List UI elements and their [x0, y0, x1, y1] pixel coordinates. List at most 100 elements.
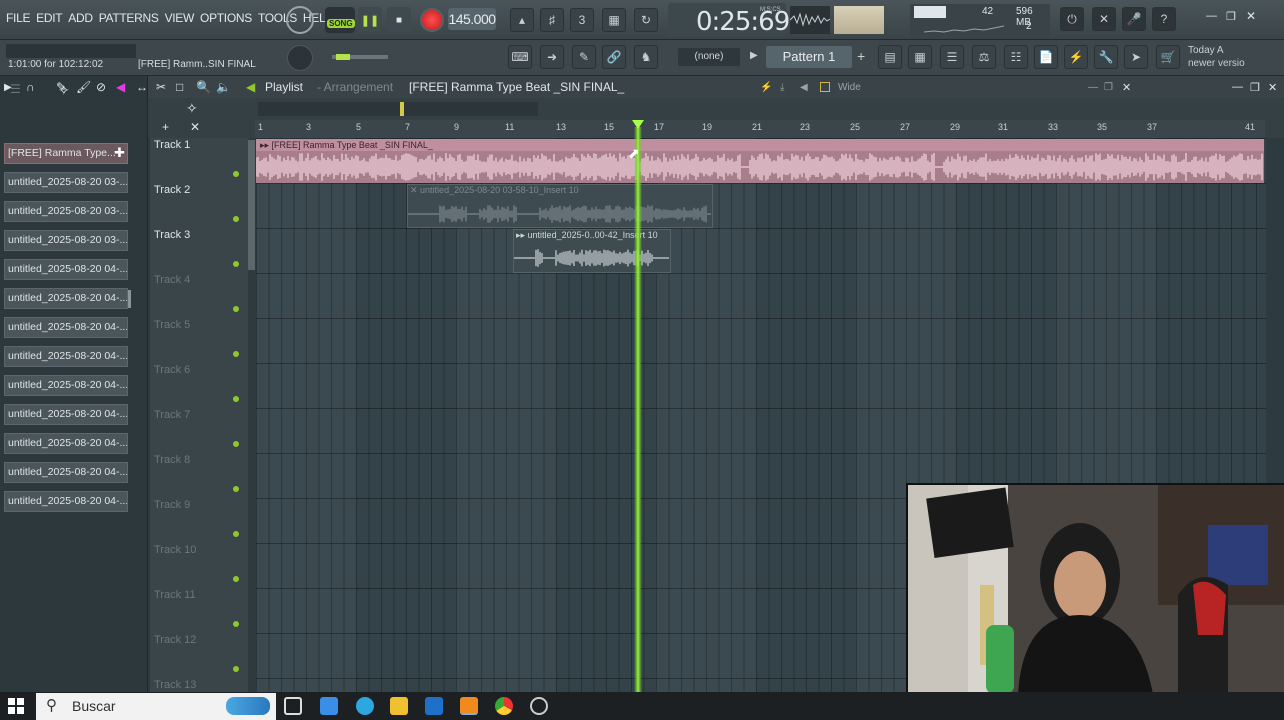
download-icon[interactable]: ⤓: [780, 82, 784, 93]
browser-item[interactable]: [FREE] Ramma Type...: [4, 143, 128, 164]
track-name[interactable]: Track 6: [154, 364, 190, 376]
wait-input-button[interactable]: ♯: [540, 8, 564, 32]
track-enable-led[interactable]: [233, 441, 239, 447]
reset-button[interactable]: ⏻: [1060, 7, 1084, 31]
store-icon[interactable]: [320, 697, 338, 715]
channel-rack-window-button[interactable]: ☰: [940, 45, 964, 69]
playhead-marker-icon[interactable]: [632, 120, 644, 129]
snap-arrow-button[interactable]: ➜: [540, 45, 564, 69]
menu-add[interactable]: ADD: [68, 11, 93, 25]
stop-button[interactable]: ■: [387, 7, 411, 33]
fl-studio-icon[interactable]: [460, 697, 478, 715]
menu-patterns[interactable]: PATTERNS: [99, 11, 159, 25]
track-enable-led[interactable]: [233, 486, 239, 492]
stretch-icon[interactable]: ⚡: [760, 82, 772, 93]
track-name[interactable]: Track 11: [154, 589, 196, 601]
master-volume-knob[interactable]: [286, 6, 314, 34]
track-enable-led[interactable]: [233, 351, 239, 357]
master-pitch-slider[interactable]: [332, 54, 388, 60]
track-enable-led[interactable]: [233, 576, 239, 582]
step-edit-button[interactable]: ▦: [602, 8, 626, 32]
snap-icon[interactable]: ◀: [800, 82, 808, 93]
tempo-display[interactable]: 145.000: [448, 8, 496, 30]
piano-roll-window-button[interactable]: ▦: [908, 45, 932, 69]
track-name[interactable]: Track 5: [154, 319, 190, 331]
track-name[interactable]: Track 2: [154, 184, 190, 196]
menu-options[interactable]: OPTIONS: [200, 11, 252, 25]
link-button[interactable]: 🔗: [602, 45, 626, 69]
app-close-button[interactable]: ✕: [1268, 81, 1277, 94]
playlist-close-button[interactable]: ✕: [1122, 81, 1131, 94]
time-display[interactable]: 0:25:69 M:S:CS: [668, 3, 790, 37]
stamp-button[interactable]: ♞: [634, 45, 658, 69]
channel-select[interactable]: (none): [678, 48, 740, 66]
scroll-position-marker[interactable]: [400, 102, 404, 116]
browser-item[interactable]: untitled_2025-08-20 04-...: [4, 288, 128, 309]
track-enable-led[interactable]: [233, 666, 239, 672]
app-minimize-button[interactable]: —: [1232, 81, 1243, 93]
remove-track-icon[interactable]: ✕: [190, 120, 200, 134]
browser-item[interactable]: untitled_2025-08-20 04-...: [4, 462, 128, 483]
zoom-tool-icon[interactable]: 🔍: [196, 80, 211, 94]
select-tool-icon[interactable]: □: [176, 80, 183, 94]
draw-tool-button[interactable]: ✎: [572, 45, 596, 69]
browser-item[interactable]: untitled_2025-08-20 03-...: [4, 230, 128, 251]
track-name[interactable]: Track 12: [154, 634, 196, 646]
track-enable-led[interactable]: [233, 531, 239, 537]
track-enable-led[interactable]: [233, 171, 239, 177]
zoom-icon[interactable]: ✧: [186, 100, 198, 117]
playlist-window-button[interactable]: ▤: [878, 45, 902, 69]
record-button[interactable]: [420, 8, 444, 32]
typing-keyboard-button[interactable]: ⌨: [508, 45, 532, 69]
app-restore-button[interactable]: ❐: [1250, 81, 1260, 94]
snap-setting[interactable]: Wide: [838, 82, 861, 93]
paint-tool-icon[interactable]: 🖌: [76, 80, 91, 94]
metronome-button[interactable]: ▴: [510, 8, 534, 32]
menu-file[interactable]: FILE: [6, 11, 30, 25]
track-enable-led[interactable]: [233, 216, 239, 222]
browser-item[interactable]: untitled_2025-08-20 04-...: [4, 404, 128, 425]
song-mode-button[interactable]: SONG: [325, 7, 355, 33]
window-minimize-button[interactable]: —: [1206, 10, 1217, 22]
taskbar-search-box[interactable]: ⚲ Buscar: [36, 693, 276, 720]
playlist-arrow-icon[interactable]: ▶: [4, 82, 12, 93]
news-panel[interactable]: Today A newer versio: [1188, 44, 1245, 70]
track-enable-led[interactable]: [233, 396, 239, 402]
browser-item[interactable]: untitled_2025-08-20 04-...: [4, 346, 128, 367]
browser-item[interactable]: untitled_2025-08-20 04-...: [4, 491, 128, 512]
pencil-tool-icon[interactable]: ✎: [56, 80, 66, 94]
pause-button[interactable]: ❚❚: [358, 7, 382, 33]
mute-tool-icon[interactable]: ◀: [116, 80, 125, 94]
delete-tool-icon[interactable]: ⊘: [96, 80, 106, 94]
edge-icon[interactable]: [356, 697, 374, 715]
track-scrollbar[interactable]: [248, 140, 255, 270]
add-track-icon[interactable]: +: [162, 120, 169, 134]
track-name[interactable]: Track 8: [154, 454, 190, 466]
add-pattern-button[interactable]: +: [857, 48, 865, 64]
file-explorer-icon[interactable]: [390, 697, 408, 715]
playlist-maximize-button[interactable]: ❐: [1104, 82, 1113, 93]
task-view-icon[interactable]: [284, 697, 302, 715]
browser-item[interactable]: untitled_2025-08-20 04-...: [4, 433, 128, 454]
window-maximize-button[interactable]: ❐: [1226, 10, 1236, 23]
chrome-icon[interactable]: [495, 697, 513, 715]
browser-item[interactable]: untitled_2025-08-20 03-...: [4, 201, 128, 222]
countdown-button[interactable]: 3: [570, 8, 594, 32]
browser-item[interactable]: untitled_2025-08-20 03-...: [4, 172, 128, 193]
pattern-select[interactable]: Pattern 1: [766, 46, 852, 68]
tools-button[interactable]: 🔧: [1094, 45, 1118, 69]
shop-button[interactable]: 🛒: [1156, 45, 1180, 69]
snap-box-icon[interactable]: [820, 82, 830, 92]
plugin-picker-button[interactable]: ⚡: [1064, 45, 1088, 69]
magnet-icon[interactable]: ∩: [26, 80, 35, 94]
track-name[interactable]: Track 7: [154, 409, 190, 421]
slip-tool-icon[interactable]: ↔: [136, 80, 148, 94]
track-name[interactable]: Track 1: [154, 139, 190, 151]
browser-item[interactable]: untitled_2025-08-20 04-...: [4, 259, 128, 280]
track-enable-led[interactable]: [233, 621, 239, 627]
track-name[interactable]: Track 3: [154, 229, 190, 241]
track-name[interactable]: Track 9: [154, 499, 190, 511]
playlist-play-icon[interactable]: ◀: [246, 80, 255, 94]
track-name[interactable]: Track 4: [154, 274, 190, 286]
loop-record-button[interactable]: ↻: [634, 8, 658, 32]
